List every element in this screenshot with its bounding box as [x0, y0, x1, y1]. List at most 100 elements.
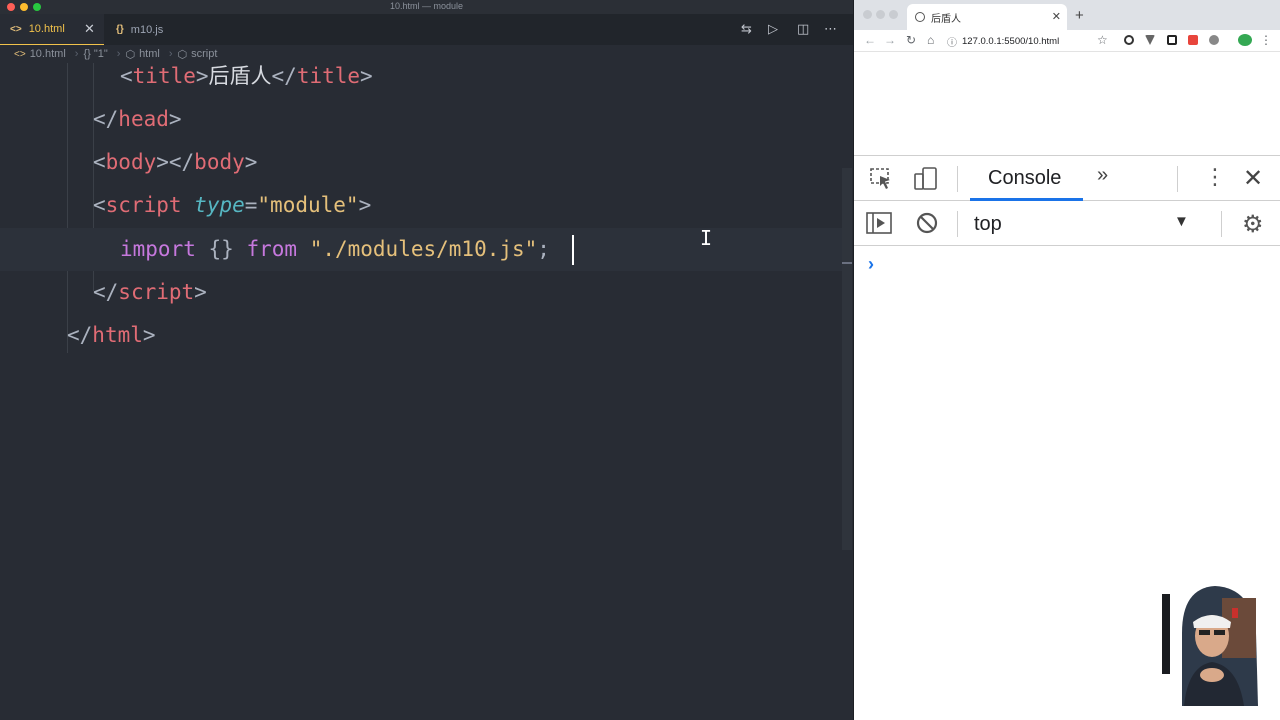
tab-10-html[interactable]: <> 10.html ✕	[0, 14, 104, 45]
code-token: import	[120, 237, 196, 261]
split-editor-icon[interactable]: ◫	[797, 21, 809, 37]
code-token: =	[244, 193, 258, 217]
code-token: script	[105, 193, 182, 217]
code-token: ></	[156, 150, 195, 174]
info-icon[interactable]: ⓘ	[947, 34, 957, 49]
code-token: <	[93, 150, 106, 174]
code-token: html	[92, 323, 143, 347]
more-tabs-icon[interactable]: »	[1097, 164, 1108, 187]
code-token: </	[93, 280, 119, 304]
divider	[957, 166, 958, 192]
profile-avatar[interactable]	[1238, 34, 1252, 46]
reload-icon[interactable]: ↻	[906, 33, 916, 47]
chevron-right-icon: ›	[116, 48, 121, 60]
code-line[interactable]: <title>后盾人</title>	[0, 63, 842, 106]
code-token: >	[194, 280, 207, 304]
url-text: 127.0.0.1:5500/10.html	[962, 35, 1060, 47]
gear-icon[interactable]: ⚙	[1242, 210, 1264, 239]
minimize-window-button[interactable]	[876, 10, 885, 19]
extension-icon[interactable]	[1209, 35, 1219, 45]
console-toolbar: top ▼ ⚙	[854, 201, 1280, 246]
code-token: "./modules/m10.js"	[309, 237, 538, 261]
show-sidebar-icon[interactable]	[866, 212, 892, 234]
tab-m10-js[interactable]: {} m10.js	[106, 14, 163, 45]
chevron-down-icon[interactable]: ▼	[1174, 213, 1189, 230]
code-token: "module"	[257, 193, 359, 217]
element-icon: ⬡	[125, 48, 136, 61]
run-icon[interactable]: ▷	[768, 21, 778, 37]
code-token: script	[118, 280, 195, 304]
device-toolbar-icon[interactable]	[913, 166, 939, 192]
customize-devtools-icon[interactable]: ⋮	[1204, 164, 1226, 190]
window-title: 10.html — module	[389, 1, 464, 11]
extension-icon[interactable]	[1124, 35, 1134, 45]
back-icon[interactable]: ←	[864, 33, 876, 47]
close-tab-icon[interactable]: ✕	[1052, 10, 1061, 23]
code-token: </	[93, 107, 119, 131]
breadcrumb-item[interactable]: {} "1"	[83, 48, 107, 60]
more-actions-icon[interactable]: ⋯	[824, 21, 837, 37]
address-bar[interactable]: ⓘ 127.0.0.1:5500/10.html	[947, 32, 1113, 50]
compare-changes-icon[interactable]: ⇆	[741, 21, 752, 37]
devtools-tab-bar: Console » ⋮ ✕	[854, 156, 1280, 201]
divider	[1177, 166, 1178, 192]
new-tab-icon[interactable]: +	[1075, 7, 1084, 24]
code-token: >	[360, 64, 373, 88]
code-area[interactable]: <title>后盾人</title> </head> <body></body>…	[0, 63, 853, 720]
tab-label: 10.html	[28, 23, 65, 35]
browser-menu-icon[interactable]: ⋮	[1260, 33, 1272, 47]
breadcrumb-item[interactable]: 10.html	[30, 48, 66, 60]
browser-tab[interactable]: 后盾人 ✕	[907, 4, 1067, 30]
home-icon[interactable]: ⌂	[927, 33, 934, 47]
vertical-scrollbar[interactable]	[842, 168, 852, 550]
editor-tab-bar: <> 10.html ✕ {} m10.js ⇆ ▷ ◫ ⋯	[0, 14, 853, 45]
forward-icon[interactable]: →	[884, 33, 896, 47]
bookmark-star-icon[interactable]: ☆	[1097, 33, 1108, 47]
code-line[interactable]: </script>	[0, 279, 842, 322]
divider	[1221, 211, 1222, 237]
extension-icon[interactable]	[1167, 35, 1177, 45]
clear-console-icon[interactable]	[916, 212, 938, 234]
code-line-current[interactable]: import {} from "./modules/m10.js";	[0, 228, 842, 271]
breadcrumb-item[interactable]: script	[191, 48, 217, 60]
console-prompt[interactable]: ›	[868, 254, 874, 275]
code-token: </	[271, 64, 297, 88]
code-line[interactable]: <body></body>	[0, 149, 842, 192]
chevron-right-icon: ›	[168, 48, 173, 60]
inspect-element-icon[interactable]	[870, 168, 894, 190]
html-file-icon: <>	[14, 48, 26, 60]
code-token: head	[118, 107, 169, 131]
code-token: </	[67, 323, 93, 347]
breadcrumb: <> 10.html › {} "1" › ⬡ html › ⬡ script	[0, 45, 853, 63]
code-token: body	[194, 150, 245, 174]
code-line[interactable]: </head>	[0, 106, 842, 149]
zoom-window-button[interactable]	[889, 10, 898, 19]
code-token: >	[142, 323, 156, 347]
text-caret	[572, 235, 574, 265]
close-window-button[interactable]	[863, 10, 872, 19]
code-token: <	[120, 64, 133, 88]
code-editor-window: 10.html — module <> 10.html ✕ {} m10.js …	[0, 0, 853, 720]
code-token: <	[93, 193, 106, 217]
extension-icon[interactable]	[1145, 35, 1155, 45]
close-devtools-icon[interactable]: ✕	[1243, 164, 1263, 193]
code-line[interactable]: </html>	[0, 322, 842, 365]
mouse-ibeam-cursor-icon: I	[700, 226, 713, 250]
globe-icon	[915, 12, 925, 22]
tab-console[interactable]: Console	[988, 167, 1061, 190]
code-token: >	[195, 64, 209, 88]
breadcrumb-item[interactable]: html	[139, 48, 160, 60]
browser-tab-title: 后盾人	[931, 13, 961, 25]
element-icon: ⬡	[177, 48, 188, 61]
code-token: >	[358, 193, 372, 217]
context-selector[interactable]: top	[974, 213, 1002, 236]
browser-toolbar: ← → ↻ ⌂ ⓘ 127.0.0.1:5500/10.html ☆ ⋮	[854, 30, 1280, 52]
divider	[957, 211, 958, 237]
code-token: ;	[537, 237, 550, 261]
chevron-right-icon: ›	[74, 48, 79, 60]
title-bar: 10.html — module	[0, 0, 853, 14]
code-token: body	[105, 150, 157, 174]
html-file-icon: <>	[10, 23, 22, 35]
extension-icon[interactable]	[1188, 35, 1198, 45]
close-tab-icon[interactable]: ✕	[84, 21, 95, 37]
